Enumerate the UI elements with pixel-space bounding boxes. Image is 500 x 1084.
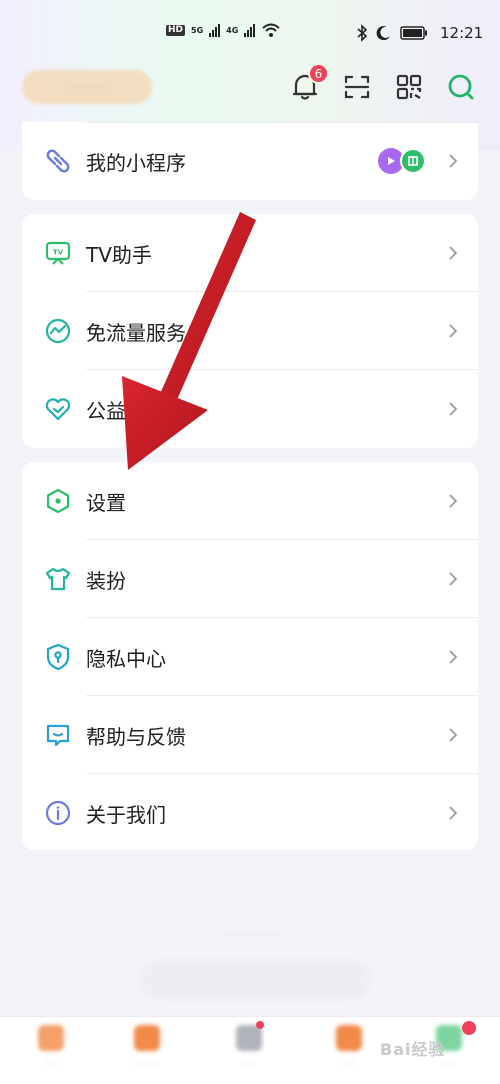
settings-card: 设置 装扮 隐私中心 帮助与反馈 关于我们 [22, 462, 478, 850]
row-label: 隐私中心 [86, 646, 166, 671]
svg-text:TV: TV [53, 249, 64, 257]
row-label: 我的小程序 [86, 150, 186, 175]
row-label: 免流量服务 [86, 320, 186, 345]
member-pill-text: · · · · · [69, 80, 105, 94]
row-privacy-center[interactable]: 隐私中心 [22, 618, 478, 696]
status-left: HD 5G 4G [166, 22, 281, 38]
notification-badge: 6 [308, 63, 329, 84]
chevron-right-icon [446, 569, 460, 589]
moon-icon [376, 26, 390, 41]
member-pill[interactable]: · · · · · [22, 70, 152, 104]
nav-icon [336, 1025, 362, 1051]
shield-icon [44, 643, 72, 671]
mini-program-icons [378, 147, 430, 175]
chevron-right-icon [446, 243, 460, 263]
scan-icon[interactable] [340, 70, 374, 104]
nav-item-2[interactable]: · · · · [112, 1025, 182, 1081]
row-settings[interactable]: 设置 [22, 462, 478, 540]
row-label: 设置 [86, 490, 126, 515]
row-label: 帮助与反馈 [86, 724, 186, 749]
wifi-icon [262, 23, 280, 37]
feedback-icon [44, 721, 72, 749]
row-label: 关于我们 [86, 802, 166, 827]
row-charity[interactable]: 公益 [22, 370, 478, 448]
home-icon [38, 1025, 64, 1051]
info-icon [44, 799, 72, 827]
hexagon-settings-icon [44, 487, 72, 515]
charity-heart-icon [44, 395, 72, 423]
footer-block-blurred [140, 960, 370, 1000]
nav-dot [462, 1021, 476, 1035]
nav-label: · · [343, 1057, 355, 1070]
footer-text-blurred: · · · · · · · · [221, 928, 279, 942]
nav-label: · · [243, 1057, 255, 1070]
clock: 12:21 [440, 24, 484, 42]
chevron-right-icon [446, 725, 460, 745]
nav-icon [134, 1025, 160, 1051]
network-5g: 5G [191, 25, 204, 35]
hd-indicator: HD [166, 24, 186, 36]
book-icon [400, 148, 426, 174]
row-about-us[interactable]: 关于我们 [22, 774, 478, 850]
chevron-right-icon [446, 647, 460, 667]
network-4g: 4G [226, 25, 239, 35]
link-icon [44, 147, 72, 175]
nav-item-4[interactable]: · · [314, 1025, 384, 1081]
services-card: TV TV助手 免流量服务 公益 [22, 214, 478, 448]
row-dress-up[interactable]: 装扮 [22, 540, 478, 618]
signal-icon [244, 23, 256, 37]
chevron-right-icon [446, 399, 460, 419]
nav-item-3[interactable]: · · [214, 1025, 284, 1081]
chevron-right-icon [446, 321, 460, 341]
row-label: 公益 [86, 398, 126, 423]
row-mini-programs[interactable]: 我的小程序 [22, 122, 478, 200]
nav-dot [256, 1021, 264, 1029]
watermark: Bai经验 [380, 1040, 446, 1059]
traffic-icon [44, 317, 72, 345]
status-right: 12:21 [356, 24, 483, 42]
row-free-traffic[interactable]: 免流量服务 [22, 292, 478, 370]
nav-label: · · · · [134, 1057, 160, 1070]
bluetooth-icon [357, 24, 368, 42]
nav-item-home[interactable]: · · [16, 1025, 86, 1081]
row-label: TV助手 [86, 242, 152, 267]
chevron-right-icon [446, 491, 460, 511]
signal-icon [209, 23, 221, 37]
row-label: 装扮 [86, 568, 126, 593]
shirt-icon [44, 565, 72, 593]
search-icon[interactable] [444, 70, 478, 104]
battery-icon [400, 26, 427, 40]
chevron-right-icon [446, 803, 460, 823]
row-help-feedback[interactable]: 帮助与反馈 [22, 696, 478, 774]
qr-code-icon[interactable] [392, 70, 426, 104]
chevron-right-icon [446, 151, 460, 171]
status-bar: HD 5G 4G 12:21 [0, 0, 500, 72]
row-tv-assistant[interactable]: TV TV助手 [22, 214, 478, 292]
nav-label: · · [45, 1057, 57, 1070]
mini-programs-card: 我的小程序 [22, 122, 478, 200]
tv-icon: TV [44, 239, 72, 267]
